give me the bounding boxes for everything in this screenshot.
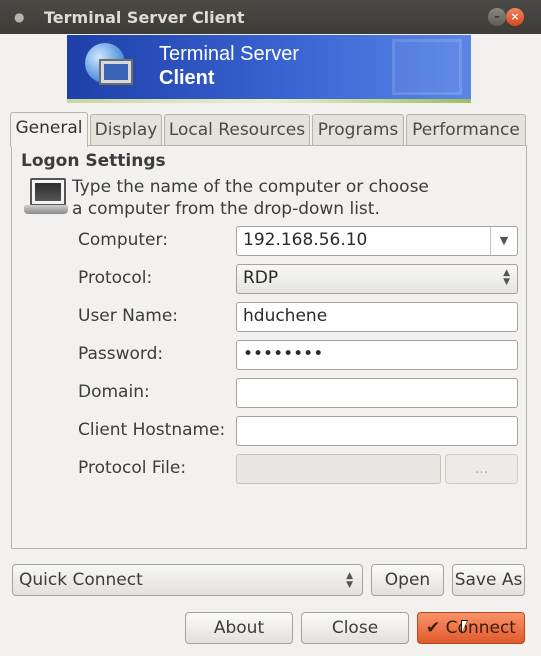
mouse-cursor-icon — [461, 620, 468, 634]
connect-label: Connect — [445, 618, 516, 638]
banner-title-line2: Client — [159, 67, 215, 89]
protocol-file-input[interactable] — [236, 454, 441, 484]
domain-input[interactable] — [236, 378, 518, 408]
monitor-watermark — [392, 39, 462, 95]
app-window: ● Terminal Server Client – × Terminal Se… — [0, 0, 541, 656]
titlebar[interactable]: ● Terminal Server Client – × — [0, 0, 541, 34]
open-button[interactable]: Open — [371, 564, 444, 596]
password-input[interactable]: •••••••• — [236, 340, 518, 370]
banner-title-line1: Terminal Server — [159, 43, 300, 65]
up-down-arrows-icon: ▲ ▼ — [503, 268, 510, 287]
app-banner: Terminal Server Client — [67, 35, 471, 100]
protocol-file-label: Protocol File: — [78, 458, 187, 478]
username-label: User Name: — [78, 306, 179, 326]
up-down-arrows-icon: ▲ ▼ — [346, 571, 353, 590]
protocol-file-browse-button[interactable]: ... — [445, 454, 518, 484]
domain-label: Domain: — [78, 382, 150, 402]
laptop-icon — [24, 176, 68, 218]
client-hostname-label: Client Hostname: — [78, 420, 226, 440]
protocol-select[interactable]: RDP ▲ ▼ — [236, 264, 518, 294]
computer-value: 192.168.56.10 — [243, 230, 368, 250]
chevron-down-icon[interactable]: ▼ — [490, 227, 517, 255]
connect-button[interactable]: ✔ Connect — [417, 612, 525, 644]
checkmark-icon: ✔ — [426, 618, 441, 638]
tab-programs[interactable]: Programs — [312, 114, 404, 145]
banner-divider — [67, 99, 471, 103]
about-button[interactable]: About — [185, 612, 293, 644]
tab-general[interactable]: General — [10, 112, 88, 147]
password-label: Password: — [78, 344, 164, 364]
computer-label: Computer: — [78, 230, 168, 250]
quick-connect-select[interactable]: Quick Connect ▲ ▼ — [12, 564, 363, 596]
tab-local-resources[interactable]: Local Resources — [164, 114, 310, 145]
protocol-value: RDP — [243, 268, 279, 288]
logon-settings-heading: Logon Settings — [21, 151, 166, 171]
minimize-button[interactable]: – — [488, 8, 506, 26]
logon-instructions: Type the name of the computer or choose … — [72, 177, 429, 219]
tab-performance[interactable]: Performance — [406, 114, 526, 145]
quick-connect-value: Quick Connect — [19, 570, 143, 590]
close-window-button[interactable]: × — [506, 8, 524, 26]
monitor-icon — [99, 59, 133, 85]
computer-combobox[interactable]: 192.168.56.10 ▼ — [236, 226, 518, 256]
close-button[interactable]: Close — [301, 612, 409, 644]
username-input[interactable]: hduchene — [236, 302, 518, 332]
window-title: Terminal Server Client — [44, 8, 245, 27]
client-hostname-input[interactable] — [236, 416, 518, 446]
tab-display[interactable]: Display — [90, 114, 162, 145]
protocol-label: Protocol: — [78, 268, 153, 288]
app-menu-icon[interactable]: ● — [14, 10, 28, 24]
save-as-button[interactable]: Save As — [452, 564, 525, 596]
